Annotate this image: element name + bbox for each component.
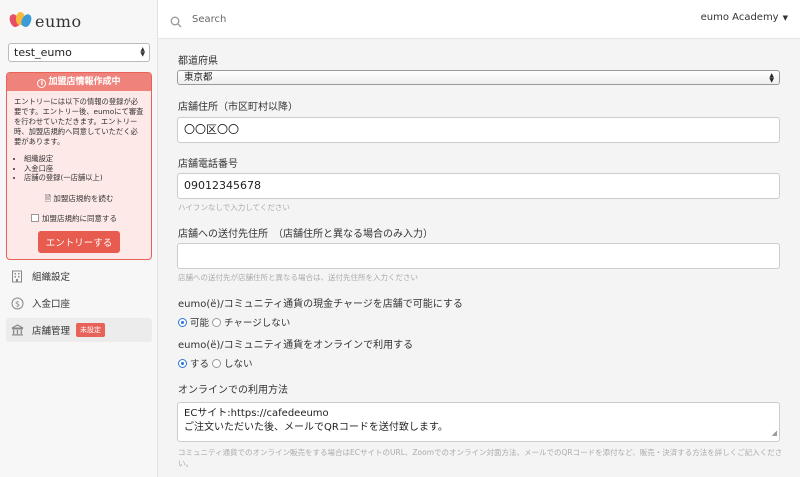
online-use-label: eumo(ё)/コミュニティ通貨をオンラインで利用する (178, 340, 414, 351)
building-icon (10, 269, 24, 283)
store-form: 都道府県 東京都 ▲ ▼ 店舗住所（市区町村以降） 〇〇区〇〇 店舗電話番号 09… (158, 40, 800, 477)
sidebar-item-label: 入金口座 (32, 299, 71, 310)
radio-label: しない (224, 359, 253, 370)
address-input[interactable]: 〇〇区〇〇 (177, 117, 780, 143)
prefecture-select[interactable]: 東京都 ▲ ▼ (177, 70, 780, 85)
brand-logo[interactable]: eumo (7, 10, 82, 32)
radio-label: 可能 (190, 318, 210, 329)
select-arrows-icon: ▲ ▼ (769, 72, 774, 84)
terms-link-label: 加盟店規約を読む (53, 193, 114, 203)
online-use-option-yes[interactable] (178, 358, 187, 368)
account-menu[interactable]: eumo Academy ▼ (701, 12, 788, 23)
list-item: 組織設定 (24, 154, 144, 164)
prefecture-select-value: 東京都 (184, 72, 213, 83)
cash-charge-option-disabled[interactable] (212, 317, 222, 327)
search-input[interactable] (192, 10, 492, 28)
requirement-list: 組織設定 入金口座 店舗の登録(一店舗以上) (14, 154, 144, 183)
brand-name: eumo (35, 11, 82, 31)
cash-charge-option-enabled[interactable] (178, 317, 187, 327)
cash-charge-radio-group: 可能 チャージしない (178, 315, 290, 329)
online-method-label: オンラインでの利用方法 (178, 385, 288, 396)
sidebar-item-organization[interactable]: 組織設定 (6, 264, 152, 288)
list-item: 店舗の登録(一店舗以上) (24, 173, 144, 183)
top-bar: eumo Academy▼ (158, 0, 800, 39)
entry-button[interactable]: エントリーする (38, 230, 120, 253)
sidebar-item-store-management[interactable]: 店舗管理 未設定 (6, 318, 152, 342)
select-arrows-icon: ▲ ▼ (140, 46, 145, 58)
resize-handle-icon[interactable]: ◢ (772, 426, 777, 440)
online-method-help-text: コミュニティ通貨でのオンライン販売をする場合はECサイトのURL、Zoomでのオ… (178, 448, 783, 468)
online-use-radio-group: する しない (178, 356, 253, 370)
notice-text: エントリーには以下の情報の登録が必要です。エントリー後、eumoにて審査を行わせ… (14, 97, 144, 146)
address-label: 店舗住所（市区町村以降） (178, 102, 298, 113)
status-badge: 未設定 (76, 323, 106, 337)
shipping-address-label: 店舗への送付先住所 （店舗住所と異なる場合のみ入力） (178, 229, 433, 240)
store-icon (10, 323, 24, 337)
dollar-coin-icon: $ (10, 296, 24, 310)
sidebar: eumo test_eumo ▲ ▼ i 加盟店情報作成中 エントリーには以下の情報… (0, 0, 158, 477)
notice-title: 加盟店情報作成中 (48, 77, 121, 87)
document-icon: 🗎 (44, 193, 52, 203)
phone-help-text: ハイフンなしで入力してください (178, 203, 290, 212)
organization-select-value: test_eumo (14, 46, 72, 59)
checkbox-box[interactable] (31, 214, 39, 222)
textarea-line: ご注文いただいた後、メールでQRコードを送付致します。 (184, 422, 448, 433)
online-method-textarea[interactable]: ECサイト:https://cafedeeumo ご注文いただいた後、メールでQ… (177, 402, 780, 442)
sidebar-item-label: 店舗管理 (32, 326, 71, 337)
sidebar-item-label: 組織設定 (32, 272, 71, 283)
agree-terms-label: 加盟店規約に同意する (42, 213, 117, 223)
organization-select[interactable]: test_eumo ▲ ▼ (8, 43, 150, 62)
shipping-help-text: 店舗への送付先が店舗住所と異なる場合は、送付先住所を入力ください (178, 273, 418, 282)
info-icon: i (37, 79, 47, 88)
phone-label: 店舗電話番号 (178, 159, 238, 170)
sidebar-item-bank-account[interactable]: $ 入金口座 (6, 291, 152, 315)
terms-link[interactable]: 🗎 加盟店規約を読む (7, 193, 151, 207)
shipping-address-input[interactable] (177, 243, 780, 269)
radio-label: チャージしない (224, 318, 291, 329)
textarea-line: ECサイト:https://cafedeeumo (184, 408, 329, 419)
online-use-option-no[interactable] (212, 358, 222, 368)
prefecture-label: 都道府県 (178, 56, 218, 67)
phone-input[interactable]: 09012345678 (177, 173, 780, 199)
search-icon (170, 13, 182, 28)
agree-terms-checkbox[interactable]: 加盟店規約に同意する (7, 213, 151, 224)
radio-label: する (190, 359, 210, 370)
list-item: 入金口座 (24, 164, 144, 174)
chevron-down-icon: ▼ (782, 14, 788, 22)
notice-header: i 加盟店情報作成中 (7, 73, 151, 91)
registration-notice: i 加盟店情報作成中 エントリーには以下の情報の登録が必要です。エントリー後、eu… (6, 72, 152, 260)
account-name: eumo Academy (700, 12, 779, 23)
svg-text:$: $ (14, 299, 19, 308)
eumo-logo-icon (7, 11, 34, 31)
cash-charge-label: eumo(ё)/コミュニティ通貨の現金チャージを店舗で可能にする (178, 299, 463, 310)
